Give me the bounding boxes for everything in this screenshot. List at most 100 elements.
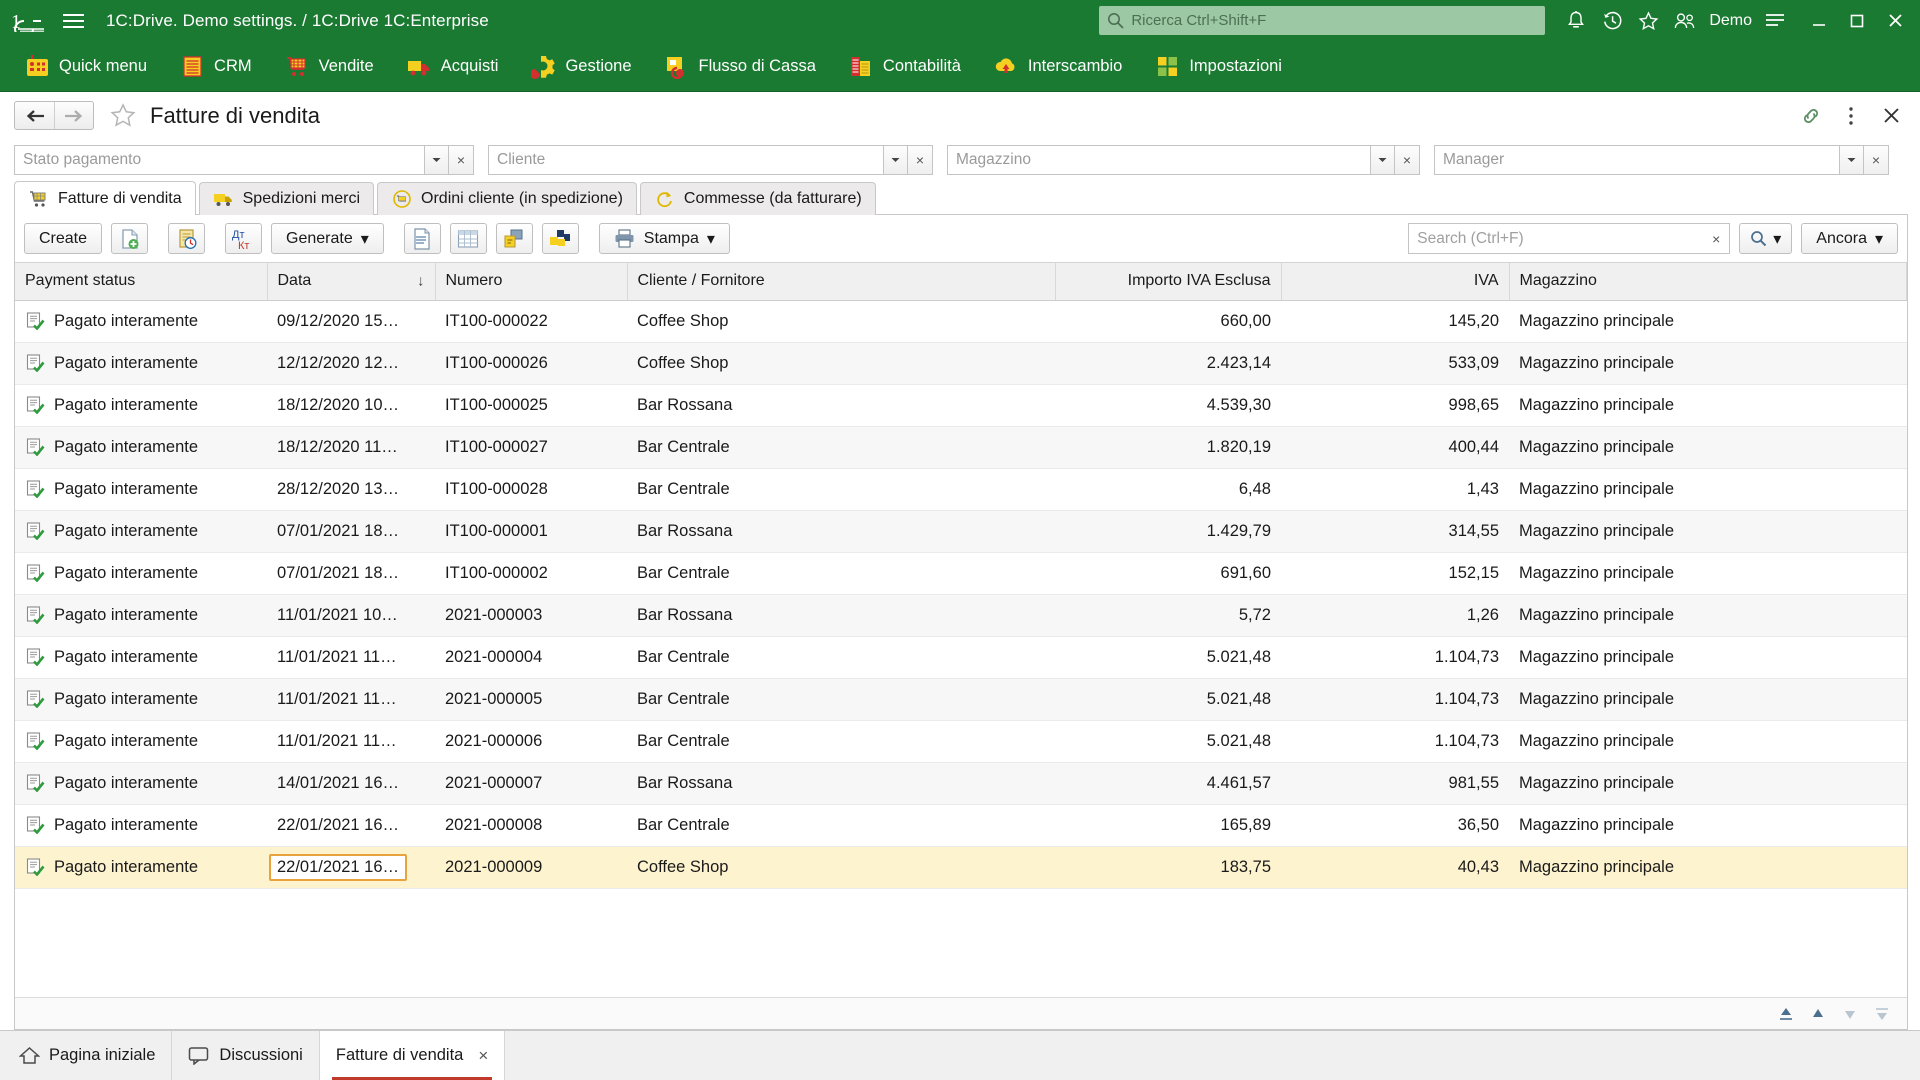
register-table-icon[interactable] [449,223,487,254]
cell-numero[interactable]: 2021-000005 [435,678,627,721]
cell-importo[interactable]: 5.021,48 [1055,636,1281,679]
clear-search-button[interactable]: × [1705,231,1727,247]
notifications-bell-icon[interactable] [1559,4,1593,38]
filter-magazzino-input[interactable]: Magazzino [947,145,1370,175]
cell-iva[interactable]: 400,44 [1281,426,1509,469]
close-icon[interactable]: × [478,1046,488,1066]
find-button[interactable]: ▾ [1739,223,1793,254]
cell-data[interactable]: 11/01/2021 11… [267,678,435,721]
taskbar-item-fatture-di-vendita[interactable]: Fatture di vendita × [319,1031,506,1080]
cell-data[interactable]: 14/01/2021 16… [267,762,435,805]
cell-cliente[interactable]: Bar Centrale [627,804,1055,847]
cell-status[interactable]: Pagato interamente [15,552,267,595]
cell-numero[interactable]: 2021-000004 [435,636,627,679]
filter-cliente[interactable]: Cliente × [488,145,933,175]
cell-data[interactable]: 12/12/2020 12… [267,342,435,385]
cell-magazzino[interactable]: Magazzino principale [1509,594,1907,637]
cell-status[interactable]: Pagato interamente [15,342,267,385]
link-icon[interactable] [1794,99,1828,133]
cell-importo[interactable]: 1.820,19 [1055,426,1281,469]
cell-numero[interactable]: IT100-000002 [435,552,627,595]
cell-magazzino[interactable]: Magazzino principale [1509,846,1907,889]
sidebar-item-acquisti[interactable]: Acquisti [390,44,515,88]
cell-cliente[interactable]: Bar Centrale [627,678,1055,721]
cell-status[interactable]: Pagato interamente [15,510,267,553]
sidebar-item-contabilita[interactable]: Contabilità [832,44,977,88]
hamburger-menu-icon[interactable] [56,4,90,38]
debit-credit-icon[interactable]: Дт Кт [225,223,263,254]
cell-data[interactable]: 18/12/2020 10… [267,384,435,427]
history-clock-icon[interactable] [1595,4,1629,38]
clear-filter-button[interactable]: × [1395,145,1420,175]
cell-cliente[interactable]: Bar Rossana [627,594,1055,637]
cell-magazzino[interactable]: Magazzino principale [1509,552,1907,595]
table-row[interactable]: Pagato interamente 09/12/2020 15… IT100-00… [15,300,1907,343]
cell-status[interactable]: Pagato interamente [15,804,267,847]
cell-importo[interactable]: 5.021,48 [1055,678,1281,721]
table-row[interactable]: Pagato interamente 12/12/2020 12… IT100-00… [15,342,1907,385]
cell-numero[interactable]: IT100-000022 [435,300,627,343]
taskbar-item-discussioni[interactable]: Discussioni [172,1031,320,1080]
cell-data[interactable]: 09/12/2020 15… [267,300,435,343]
column-header-iva[interactable]: IVA [1281,263,1510,301]
filter-stato-pagamento[interactable]: Stato pagamento × [14,145,474,175]
cell-status[interactable]: Pagato interamente [15,678,267,721]
column-header-importo-iva-esclusa[interactable]: Importo IVA Esclusa [1055,263,1282,301]
table-row[interactable]: Pagato interamente 18/12/2020 10… IT100-00… [15,384,1907,427]
cell-data[interactable]: 22/01/2021 16… [267,804,435,847]
cell-iva[interactable]: 1.104,73 [1281,636,1509,679]
global-search-input[interactable]: Ricerca Ctrl+Shift+F [1099,6,1546,35]
cell-numero[interactable]: 2021-000007 [435,762,627,805]
cell-magazzino[interactable]: Magazzino principale [1509,342,1907,385]
cell-importo[interactable]: 183,75 [1055,846,1281,889]
filter-manager-input[interactable]: Manager [1434,145,1839,175]
cell-status[interactable]: Pagato interamente [15,846,267,889]
cell-cliente[interactable]: Bar Centrale [627,636,1055,679]
cell-numero[interactable]: 2021-000009 [435,846,627,889]
cell-data[interactable]: 11/01/2021 11… [267,636,435,679]
scroll-down-button[interactable] [1837,1003,1863,1025]
table-row[interactable]: Pagato interamente 28/12/2020 13… IT100-00… [15,468,1907,511]
cell-cliente[interactable]: Coffee Shop [627,300,1055,343]
cell-cliente[interactable]: Bar Centrale [627,552,1055,595]
maximize-icon[interactable] [1838,2,1876,40]
column-header-magazzino[interactable]: Magazzino [1509,263,1907,301]
cell-cliente[interactable]: Bar Rossana [627,384,1055,427]
cell-numero[interactable]: 2021-000008 [435,804,627,847]
cell-cliente[interactable]: Bar Rossana [627,510,1055,553]
close-icon[interactable] [1876,2,1914,40]
tab-commesse[interactable]: Commesse (da fatturare) [639,182,876,215]
user-menu-icon[interactable] [1758,4,1792,38]
cell-magazzino[interactable]: Magazzino principale [1509,804,1907,847]
cell-iva[interactable]: 533,09 [1281,342,1509,385]
cell-cliente[interactable]: Bar Centrale [627,426,1055,469]
column-header-cliente-fornitore[interactable]: Cliente / Fornitore [627,263,1056,301]
cell-data[interactable]: 28/12/2020 13… [267,468,435,511]
filter-magazzino[interactable]: Magazzino × [947,145,1420,175]
search-input[interactable]: Search (Ctrl+F) × [1408,223,1731,254]
cell-importo[interactable]: 5,72 [1055,594,1281,637]
cell-iva[interactable]: 36,50 [1281,804,1509,847]
star-outline-icon[interactable] [106,99,140,133]
tab-fatture-di-vendita[interactable]: Fatture di vendita [14,181,196,215]
forward-arrow-icon[interactable] [54,102,93,129]
more-menu-icon[interactable] [1834,99,1868,133]
cell-numero[interactable]: 2021-000003 [435,594,627,637]
sidebar-item-impostazioni[interactable]: Impostazioni [1138,44,1298,88]
report-document-icon[interactable] [403,223,441,254]
minimize-icon[interactable] [1800,2,1838,40]
cell-importo[interactable]: 660,00 [1055,300,1281,343]
taskbar-item-pagina-iniziale[interactable]: Pagina iniziale [2,1031,173,1080]
chevron-down-icon[interactable] [1839,145,1864,175]
cell-importo[interactable]: 5.021,48 [1055,720,1281,763]
cell-magazzino[interactable]: Magazzino principale [1509,384,1907,427]
tab-spedizioni-merci[interactable]: Spedizioni merci [198,182,375,215]
cell-status[interactable]: Pagato interamente [15,426,267,469]
cell-status[interactable]: Pagato interamente [15,468,267,511]
tab-ordini-cliente[interactable]: Ordini cliente (in spedizione) [377,182,637,215]
cell-cliente[interactable]: Coffee Shop [627,342,1055,385]
column-header-data[interactable]: Data ↓ [267,263,436,301]
sidebar-item-flusso-di-cassa[interactable]: Flusso di Cassa [648,44,832,88]
cell-importo[interactable]: 4.461,57 [1055,762,1281,805]
cell-magazzino[interactable]: Magazzino principale [1509,678,1907,721]
